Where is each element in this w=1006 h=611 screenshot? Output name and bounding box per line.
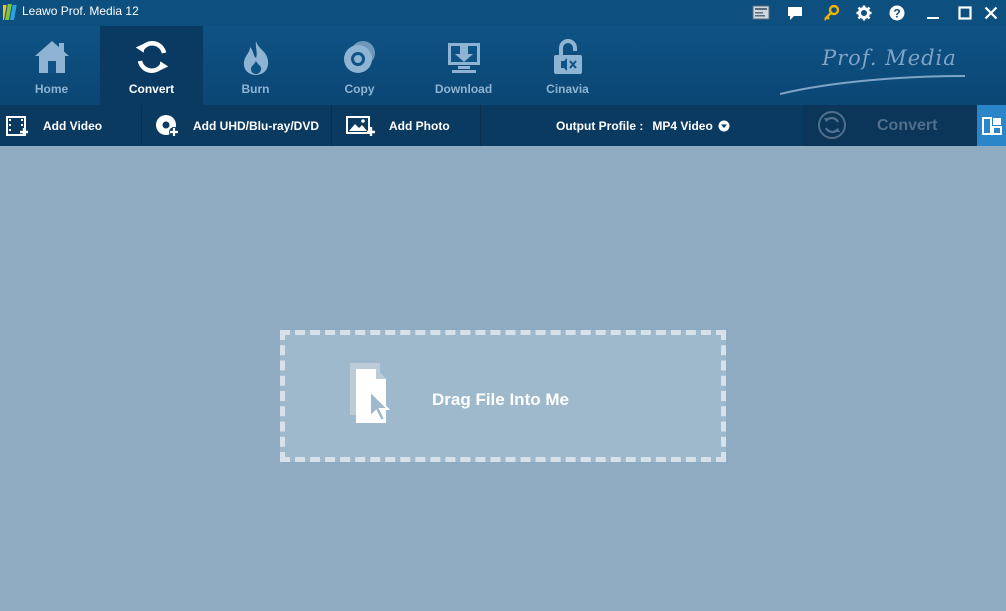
close-icon[interactable] bbox=[976, 0, 1006, 26]
brand-logo: Prof. Media bbox=[780, 42, 970, 98]
copy-disc-icon bbox=[343, 41, 375, 73]
burn-flame-icon bbox=[243, 41, 268, 75]
window-title: Leawo Prof. Media 12 bbox=[22, 4, 139, 18]
module-cinavia[interactable]: Cinavia bbox=[516, 26, 619, 105]
drag-drop-zone[interactable]: Drag File Into Me bbox=[280, 330, 726, 462]
minimize-icon[interactable] bbox=[918, 0, 948, 26]
file-drop-icon bbox=[350, 363, 391, 423]
module-copy[interactable]: Copy bbox=[308, 26, 411, 105]
output-profile-value: MP4 Video bbox=[652, 118, 713, 133]
title-bar: Leawo Prof. Media 12 ? bbox=[0, 0, 1006, 26]
convert-icon bbox=[135, 41, 168, 73]
toolbar-divider bbox=[480, 105, 481, 146]
add-disc-button[interactable]: Add UHD/Blu-ray/DVD bbox=[155, 105, 319, 146]
output-profile-selector[interactable]: Output Profile : MP4 Video bbox=[556, 105, 730, 146]
film-add-icon bbox=[6, 115, 28, 136]
settings-gear-icon[interactable] bbox=[849, 0, 879, 26]
drop-zone-text: Drag File Into Me bbox=[432, 390, 569, 409]
add-photo-button[interactable]: Add Photo bbox=[346, 105, 450, 146]
module-home-label: Home bbox=[34, 82, 69, 96]
screen-capture-icon[interactable] bbox=[746, 0, 776, 26]
svg-text:?: ? bbox=[893, 7, 900, 21]
module-burn-label: Burn bbox=[241, 82, 270, 96]
module-convert-label: Convert bbox=[128, 82, 175, 96]
photo-add-icon bbox=[346, 115, 375, 136]
toolbar-divider bbox=[141, 105, 142, 146]
help-icon[interactable]: ? bbox=[882, 0, 912, 26]
feedback-icon[interactable] bbox=[780, 0, 810, 26]
disc-add-icon bbox=[156, 114, 179, 137]
convert-button[interactable]: Convert bbox=[803, 105, 977, 146]
cinavia-unlock-icon bbox=[553, 39, 582, 74]
module-bar: Home Convert Burn Copy Download Cinavia … bbox=[0, 26, 1006, 105]
module-download[interactable]: Download bbox=[412, 26, 515, 105]
module-home[interactable]: Home bbox=[0, 26, 103, 105]
convert-label: Convert bbox=[877, 117, 938, 134]
add-video-label: Add Video bbox=[43, 118, 103, 133]
layout-panel-icon bbox=[981, 116, 1002, 135]
brand-swoosh-icon bbox=[780, 75, 966, 95]
toolbar: Add Video Add UHD/Blu-ray/DVD Add Photo … bbox=[0, 105, 1006, 146]
add-photo-label: Add Photo bbox=[389, 118, 450, 133]
module-convert[interactable]: Convert bbox=[100, 26, 203, 105]
add-video-button[interactable]: Add Video bbox=[6, 105, 102, 146]
module-copy-label: Copy bbox=[344, 82, 375, 96]
module-download-label: Download bbox=[434, 82, 493, 96]
toolbar-divider bbox=[331, 105, 332, 146]
module-cinavia-label: Cinavia bbox=[546, 82, 589, 96]
app-logo-icon bbox=[3, 4, 17, 20]
home-icon bbox=[34, 41, 69, 73]
download-icon bbox=[447, 43, 480, 73]
module-burn[interactable]: Burn bbox=[204, 26, 307, 105]
output-profile-label: Output Profile : bbox=[556, 118, 644, 133]
layout-toggle-button[interactable] bbox=[977, 105, 1006, 146]
register-key-icon[interactable] bbox=[816, 0, 846, 26]
convert-refresh-icon bbox=[818, 111, 846, 139]
add-disc-label: Add UHD/Blu-ray/DVD bbox=[193, 118, 320, 133]
chevron-down-icon bbox=[718, 120, 730, 131]
